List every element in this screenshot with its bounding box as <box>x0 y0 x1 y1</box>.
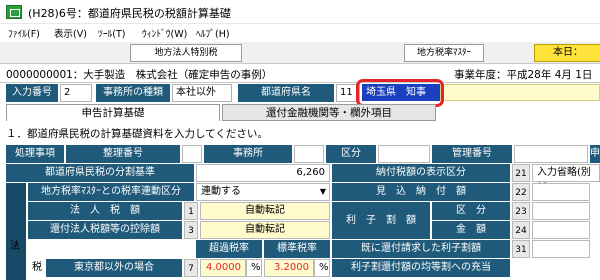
expected-payment-value[interactable] <box>532 183 590 201</box>
local-rate-master-button[interactable]: 地方税率ﾏｽﾀｰ <box>404 44 484 62</box>
tab-refund-bank[interactable]: 還付金融機関等・欄外項目 <box>222 104 436 121</box>
chevron-down-icon[interactable]: ▼ <box>320 184 326 200</box>
menu-bar: ﾌｧｲﾙ(F) 表示(V) ﾂｰﾙ(T) ｳｨﾝﾄﾞｳ(W) ﾍﾙﾌﾟ(H) <box>0 24 600 42</box>
menu-window[interactable]: ｳｨﾝﾄﾞｳ(W) <box>142 26 187 40</box>
interest-amount-label: 金 額 <box>432 221 510 239</box>
expected-payment-num: 22 <box>512 183 530 201</box>
side-label-tax: 税 <box>32 262 42 273</box>
app-icon <box>6 5 22 19</box>
header-extra: 申 <box>590 145 600 163</box>
expected-payment-label: 見 込 納 付 額 <box>332 183 510 201</box>
interest-section-value[interactable] <box>532 202 590 220</box>
toolbar: 地方法人特別税 地方税率ﾏｽﾀｰ 本日： <box>0 42 600 64</box>
tab-calc-basis[interactable]: 申告計算基礎 <box>6 104 220 121</box>
instruction-text: １．都道府県民税の計算基礎資料を入力してください。 <box>6 128 268 140</box>
refund-requested-value[interactable] <box>532 240 590 258</box>
tokyo-case-num: 7 <box>184 259 198 277</box>
tab-strip: 申告計算基礎 還付金融機関等・欄外項目 <box>0 104 600 121</box>
tokyo-case-label: 東京都以外の場合 <box>46 259 182 277</box>
window-title: (H28)6号：都道府県民税の税額計算基礎 <box>28 7 231 20</box>
fiscal-year: 事業年度：平成28年 4月 1日 <box>454 69 593 81</box>
ref-number-cell[interactable] <box>182 145 202 163</box>
highlight-ring <box>356 79 444 107</box>
notice-display-num: 21 <box>512 164 530 182</box>
input-number-label: 入力番号 <box>6 84 58 102</box>
office-type-label: 事務所の種類 <box>96 84 170 102</box>
local-corp-tax-button[interactable]: 地方法人特別税 <box>130 44 242 62</box>
prefecture-name-extension <box>440 84 600 101</box>
interest-section-num: 23 <box>512 202 530 220</box>
mgmt-number-cell[interactable] <box>514 145 588 163</box>
calc-grid: 処理事項 整理番号 事務所 区分 管理番号 申 都道府県民税の分割基準 6,26… <box>0 142 600 280</box>
menu-tools[interactable]: ﾂｰﾙ(T) <box>98 26 125 40</box>
interest-section-label: 区 分 <box>432 202 510 220</box>
refund-requested-num: 31 <box>512 240 530 258</box>
deduction-label: 還付法人税額等の控除額 <box>28 221 182 239</box>
split-basis-value[interactable]: 6,260 <box>196 164 330 182</box>
interest-amount-value[interactable] <box>532 221 590 239</box>
split-basis-label: 都道府県民税の分割基準 <box>6 164 194 182</box>
excess-rate-unit: % <box>246 259 262 277</box>
menu-help[interactable]: ﾍﾙﾌﾟ(H) <box>196 26 230 40</box>
header-category: 処理事項 <box>6 145 64 163</box>
side-label-law: 法 <box>10 241 20 252</box>
company-info-row: 0000000001：大手製造 株式会社（確定申告の事例） 事業年度：平成28年… <box>0 65 600 83</box>
input-number-field[interactable]: 2 <box>60 84 92 102</box>
deduction-num: 3 <box>184 221 198 239</box>
office-cell[interactable] <box>294 145 324 163</box>
company-name: 0000000001：大手製造 株式会社（確定申告の事例） <box>6 69 273 81</box>
menu-view[interactable]: 表示(V) <box>54 26 87 40</box>
rate-link-value: 連動する <box>201 186 241 197</box>
title-bar: (H28)6号：都道府県民税の税額計算基礎 <box>0 0 600 24</box>
header-mgmt-number: 管理番号 <box>432 145 512 163</box>
corp-tax-label: 法 人 税 額 <box>28 202 182 220</box>
header-ref-number: 整理番号 <box>66 145 180 163</box>
today-date-badge: 本日： <box>534 44 600 62</box>
standard-rate-value[interactable]: 3.2000 <box>264 259 314 277</box>
excess-rate-value[interactable]: 4.0000 <box>200 259 246 277</box>
rate-link-select[interactable]: 連動する ▼ <box>196 183 330 201</box>
interest-label: 利 子 割 額 <box>332 202 430 239</box>
corp-tax-num: 1 <box>184 202 198 220</box>
excess-rate-header: 超過税率 <box>196 240 262 258</box>
rate-link-label: 地方税率ﾏｽﾀｰとの税率連動区分 <box>28 183 194 201</box>
office-type-field[interactable]: 本社以外 <box>172 84 232 102</box>
deduction-value[interactable]: 自動転記 <box>200 221 330 239</box>
section-cell[interactable] <box>378 145 430 163</box>
header-section: 区分 <box>326 145 376 163</box>
prefecture-label: 都道府県名 <box>238 84 334 102</box>
side-stub <box>6 183 26 280</box>
standard-rate-header: 標準税率 <box>264 240 330 258</box>
refund-requested-label: 既に還付請求した利子割額 <box>332 240 510 258</box>
interest-amount-num: 24 <box>512 221 530 239</box>
notice-display-value[interactable]: 入力省略(別紙 <box>532 164 600 194</box>
header-office: 事務所 <box>204 145 292 163</box>
standard-rate-unit: % <box>314 259 330 277</box>
corp-tax-value[interactable]: 自動転記 <box>200 202 330 220</box>
notice-display-label: 納付税額の表示区分 <box>332 164 510 182</box>
menu-file[interactable]: ﾌｧｲﾙ(F) <box>8 26 40 40</box>
interest-allocation-label: 利子割還付額の均等割への充当 <box>332 259 510 277</box>
